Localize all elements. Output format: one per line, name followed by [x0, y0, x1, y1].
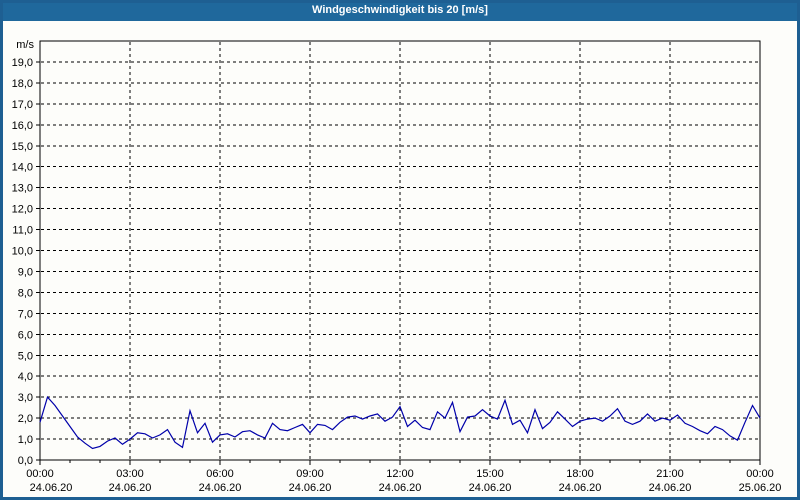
x-time-label: 21:00 — [656, 468, 684, 480]
y-tick-label: 4,0 — [18, 371, 33, 383]
x-time-label: 06:00 — [206, 468, 234, 480]
wind-speed-chart: 0,0 1,0 2,0 3,0 4,0 5,0 6,0 7,0 8,0 9,0 10,0 11,0 12… — [12, 39, 782, 494]
chart-title: Windgeschwindigkeit bis 20 [m/s] — [312, 4, 488, 16]
y-tick-label: 19,0 — [12, 57, 33, 69]
y-tick-label: 11,0 — [12, 225, 33, 237]
x-axis-labels: 00:00 24.06.20 03:00 24.06.20 06:00 24.06.20 0… — [26, 468, 781, 494]
x-axis-ticks — [39, 460, 761, 465]
y-tick-label: 0,0 — [18, 455, 33, 467]
x-time-label: 09:00 — [296, 468, 324, 480]
y-tick-label: 18,0 — [12, 78, 33, 90]
y-tick-label: 10,0 — [12, 246, 33, 258]
y-tick-label: 7,0 — [18, 308, 33, 320]
x-date-label: 24.06.20 — [649, 482, 692, 494]
y-tick-label: 2,0 — [18, 413, 33, 425]
x-date-label: 24.06.20 — [379, 482, 422, 494]
y-tick-label: 15,0 — [12, 141, 33, 153]
x-date-label: 24.06.20 — [469, 482, 512, 494]
y-tick-label: 9,0 — [18, 266, 33, 278]
y-axis-labels: 0,0 1,0 2,0 3,0 4,0 5,0 6,0 7,0 8,0 9,0 10,0 11,0 12… — [12, 39, 40, 467]
y-tick-label: 13,0 — [12, 183, 33, 195]
x-date-label: 24.06.20 — [109, 482, 152, 494]
chart-window: Windgeschwindigkeit bis 20 [m/s] 0,0 1,0 2… — [0, 0, 800, 500]
x-date-label: 24.06.20 — [199, 482, 242, 494]
y-gridlines — [41, 61, 759, 440]
x-date-label: 24.06.20 — [289, 482, 332, 494]
y-axis-unit-label: m/s — [16, 39, 34, 51]
y-tick-label: 8,0 — [18, 287, 33, 299]
y-tick-label: 6,0 — [18, 329, 33, 341]
x-time-label: 00:00 — [26, 468, 54, 480]
y-tick-label: 12,0 — [12, 204, 33, 216]
x-time-label: 00:00 — [746, 468, 774, 480]
y-tick-label: 14,0 — [12, 162, 33, 174]
x-date-label: 24.06.20 — [30, 482, 73, 494]
y-tick-label: 16,0 — [12, 120, 33, 132]
title-bar: Windgeschwindigkeit bis 20 [m/s] — [0, 0, 800, 21]
y-tick-label: 1,0 — [18, 434, 33, 446]
x-time-label: 03:00 — [116, 468, 144, 480]
x-date-label: 24.06.20 — [559, 482, 602, 494]
x-date-label: 25.06.20 — [739, 482, 782, 494]
x-time-label: 15:00 — [476, 468, 504, 480]
y-tick-label: 5,0 — [18, 350, 33, 362]
y-tick-label: 17,0 — [12, 99, 33, 111]
x-time-label: 12:00 — [386, 468, 414, 480]
x-time-label: 18:00 — [566, 468, 594, 480]
y-tick-label: 3,0 — [18, 392, 33, 404]
